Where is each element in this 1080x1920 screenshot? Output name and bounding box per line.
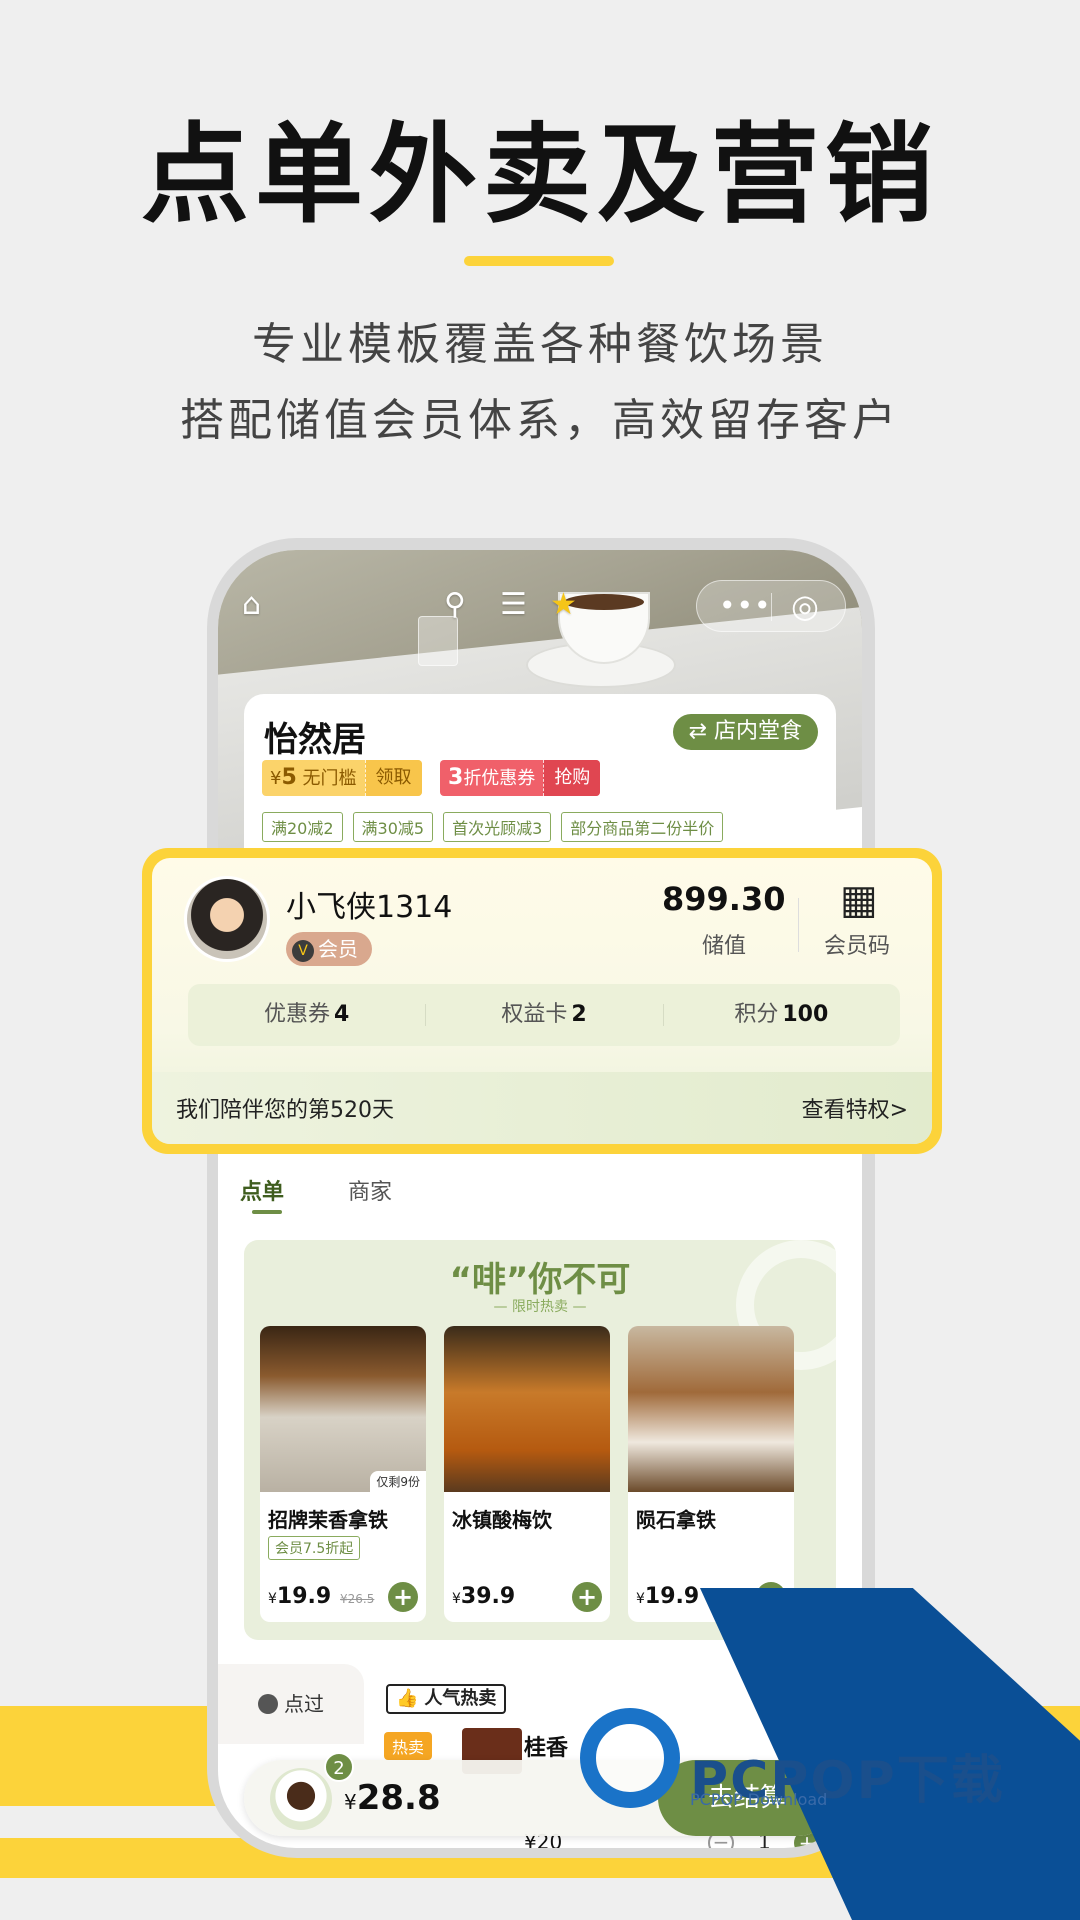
coupon-no-threshold[interactable]: ¥5 无门槛 领取 <box>262 760 422 796</box>
stat-points[interactable]: 积分 100 <box>662 984 900 1046</box>
dine-in-button[interactable]: ⇄ 店内堂食 <box>672 714 818 750</box>
product-name: 冰镇酸梅饮 <box>452 1508 552 1532</box>
product-price: ¥19.9 <box>636 1584 700 1609</box>
product-price: ¥19.9 <box>268 1584 332 1609</box>
promo-tag: 满30减5 <box>352 812 434 842</box>
product-image: 仅剩9份 <box>260 1326 426 1492</box>
member-footer: 我们陪伴您的第520天 查看特权> <box>152 1072 932 1144</box>
product-image <box>444 1326 610 1492</box>
sidebar-item-ordered-before[interactable]: 点过 <box>218 1664 364 1744</box>
subline-1: 专业模板覆盖各种餐饮场景 <box>252 319 828 370</box>
cart-total: ¥28.8 <box>344 1778 441 1818</box>
stat-benefit-cards[interactable]: 权益卡 2 <box>425 984 662 1046</box>
watermark-subtext: PCPOP Download <box>690 1790 828 1809</box>
mini-program-capsule: ••• ◎ <box>696 580 846 632</box>
product-card[interactable]: 仅剩9份 招牌茉香拿铁 会员7.5折起 ¥19.9 ¥26.5 + <box>260 1326 426 1622</box>
headline-underline <box>464 256 614 266</box>
product-image <box>628 1326 794 1492</box>
promo-banner: “啡”你不可 — 限时热卖 — 仅剩9份 招牌茉香拿铁 会员7.5折起 ¥19.… <box>244 1240 836 1640</box>
headline: 点单外卖及营销 <box>140 113 939 238</box>
promo-subtitle: — 限时热卖 — <box>493 1299 587 1315</box>
star-icon[interactable]: ★ <box>550 588 577 622</box>
product-card[interactable]: 冰镇酸梅饮 ¥39.9 + <box>444 1326 610 1622</box>
product-price: ¥39.9 <box>452 1584 516 1609</box>
clock-icon <box>258 1694 278 1714</box>
tab-underline <box>252 1210 282 1214</box>
claim-coupon-button[interactable]: 领取 <box>364 760 422 796</box>
more-icon[interactable]: ••• <box>719 589 772 622</box>
divider <box>798 898 799 952</box>
member-code-label: 会员码 <box>824 934 891 959</box>
member-stats: 优惠券 4 权益卡 2 积分 100 <box>188 984 900 1046</box>
member-username: 小飞侠1314 <box>286 890 453 925</box>
avatar[interactable] <box>184 876 270 962</box>
view-privileges-link[interactable]: 查看特权> <box>802 1092 908 1124</box>
vip-icon: V <box>292 940 314 962</box>
promo-tag: 首次光顾减3 <box>443 812 552 842</box>
list-icon[interactable]: ☰ <box>500 588 527 622</box>
days-text: 我们陪伴您的第520天 <box>176 1098 394 1123</box>
member-card: 小飞侠1314 V 会员 899.30 储值 ▦ 会员码 优惠券 4 权益卡 2 积分… <box>152 858 932 1144</box>
search-icon[interactable]: ⚲ <box>444 588 466 622</box>
member-level-badge: V 会员 <box>286 932 372 966</box>
coupon-discount[interactable]: 3折优惠券 抢购 <box>440 760 601 796</box>
add-to-cart-button[interactable]: + <box>388 1582 418 1612</box>
member-card-frame: 小飞侠1314 V 会员 899.30 储值 ▦ 会员码 优惠券 4 权益卡 2 积分… <box>142 848 942 1154</box>
item-name[interactable]: 桂香 <box>524 1730 568 1762</box>
balance-value[interactable]: 899.30 <box>662 880 785 918</box>
watermark-logo <box>580 1708 680 1808</box>
cart-icon[interactable] <box>270 1768 332 1830</box>
hot-tag: 热卖 <box>384 1732 433 1760</box>
balance-label: 储值 <box>702 934 747 959</box>
tab-order[interactable]: 点单 <box>240 1174 284 1206</box>
stat-coupons[interactable]: 优惠券 4 <box>188 984 425 1046</box>
store-name: 怡然居 <box>264 720 366 760</box>
grab-coupon-button[interactable]: 抢购 <box>543 760 601 796</box>
section-label: 👍 人气热卖 <box>386 1684 507 1714</box>
promo-tag: 满20减2 <box>262 812 343 842</box>
promo-title: “啡”你不可 <box>449 1260 631 1300</box>
target-icon[interactable]: ◎ <box>791 587 819 625</box>
member-discount-tag: 会员7.5折起 <box>268 1536 361 1560</box>
product-card[interactable]: 陨石拿铁 ¥19.9 + <box>628 1326 794 1622</box>
qr-code-icon[interactable]: ▦ <box>840 880 878 920</box>
original-price: ¥26.5 <box>340 1592 375 1606</box>
tab-merchant[interactable]: 商家 <box>348 1174 392 1206</box>
product-name: 陨石拿铁 <box>636 1508 716 1532</box>
home-icon[interactable]: ⌂ <box>242 588 261 622</box>
add-to-cart-button[interactable]: + <box>572 1582 602 1612</box>
promo-tags: 满20减2 满30减5 首次光顾减3 部分商品第二份半价 <box>262 812 724 842</box>
product-name: 招牌茉香拿铁 <box>268 1508 388 1532</box>
promo-tag: 部分商品第二份半价 <box>561 812 724 842</box>
subline-2: 搭配储值会员体系，高效留存客户 <box>180 395 900 446</box>
stock-badge: 仅剩9份 <box>370 1471 426 1492</box>
thumbs-up-icon: 👍 <box>396 1688 419 1709</box>
